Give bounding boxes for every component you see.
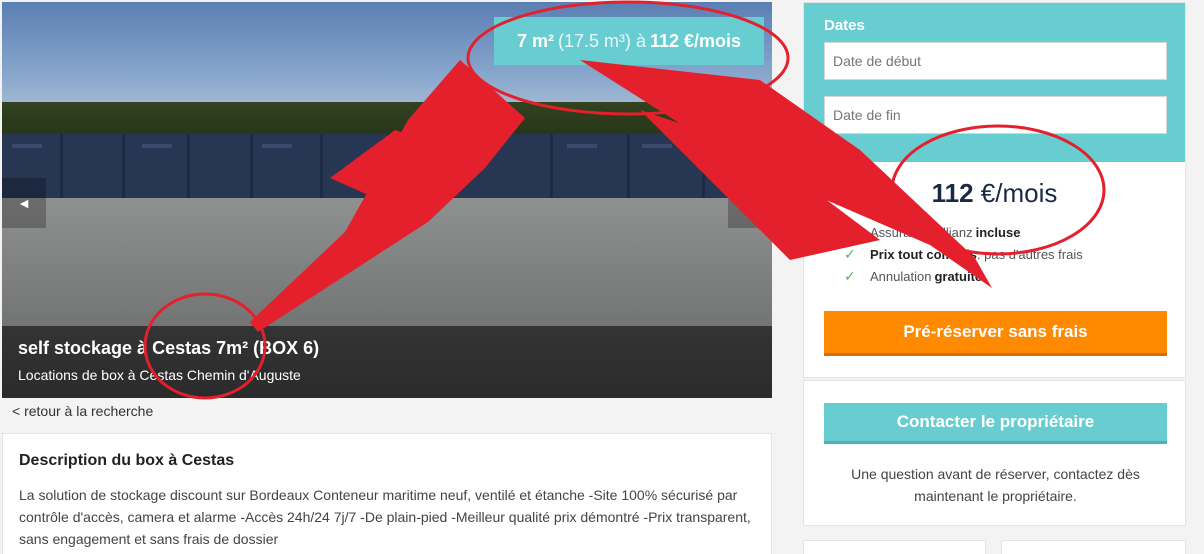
- feature-bold: Prix tout compris: [870, 246, 977, 262]
- listing-title: self stockage à Cestas 7m² (BOX 6): [18, 338, 320, 358]
- feature-bold: gratuite: [934, 268, 983, 284]
- checkmark-icon: ✓: [844, 245, 856, 262]
- listing-photo: ◄ ► 7 m² (17.5 m³) à 112 €/mois self sto…: [2, 2, 772, 398]
- price-unit: €/mois: [980, 178, 1058, 208]
- contact-text: Une question avant de réserver, contacte…: [851, 466, 1140, 504]
- start-date-input[interactable]: [824, 42, 1167, 80]
- dates-label: Dates: [824, 17, 865, 34]
- monthly-price: 112 €/mois: [804, 178, 1185, 209]
- previous-photo-button[interactable]: ◄: [2, 178, 46, 228]
- photo-caption: self stockage à Cestas 7m² (BOX 6) Locat…: [2, 326, 772, 398]
- arrow-left-icon: ◄: [17, 195, 31, 211]
- checkmark-icon: ✓: [844, 267, 856, 284]
- feature-text: : pas d'autres frais: [976, 246, 1083, 262]
- description-text: La solution de stockage discount sur Bor…: [19, 487, 751, 547]
- badge-volume: (17.5 m³) à: [557, 30, 646, 51]
- description-title: Description du box à Cestas: [19, 452, 235, 469]
- badge-price: 112 €/mois: [649, 30, 742, 51]
- next-photo-button[interactable]: ►: [728, 178, 772, 228]
- price-amount: 112: [931, 178, 974, 208]
- feature-cancellation: ✓ Annulation gratuite: [844, 265, 1185, 287]
- contact-owner-button[interactable]: Contacter le propriétaire: [824, 403, 1167, 441]
- feature-list: ✓ Assurance Allianz incluse ✓ Prix tout …: [804, 221, 1185, 287]
- description-card: Description du box à Cestas La solution …: [2, 433, 772, 554]
- photo-containers: [2, 134, 772, 208]
- booking-panel: Dates 112 €/mois ✓ Assurance Allianz inc…: [803, 2, 1186, 378]
- dates-section: Dates: [804, 3, 1185, 162]
- checkmark-icon: ✓: [844, 223, 856, 240]
- bottom-tab-left[interactable]: [803, 540, 986, 554]
- badge-size: 7 m²: [516, 30, 554, 51]
- contact-card: Contacter le propriétaire Une question a…: [803, 380, 1186, 526]
- feature-text: Annulation: [870, 268, 932, 284]
- prereserve-button[interactable]: Pré-réserver sans frais: [824, 311, 1167, 353]
- feature-all-inclusive: ✓ Prix tout compris : pas d'autres frais: [844, 243, 1185, 265]
- feature-text: Assurance Allianz: [870, 224, 973, 240]
- feature-bold: incluse: [975, 224, 1021, 240]
- listing-address: Locations de box à Cestas Chemin d'Augus…: [18, 367, 301, 383]
- arrow-right-icon: ►: [743, 195, 757, 211]
- bottom-tab-right[interactable]: [1001, 540, 1186, 554]
- back-to-search-link[interactable]: < retour à la recherche: [12, 403, 153, 419]
- size-price-badge: 7 m² (17.5 m³) à 112 €/mois: [494, 17, 764, 65]
- feature-insurance: ✓ Assurance Allianz incluse: [844, 221, 1185, 243]
- end-date-input[interactable]: [824, 96, 1167, 134]
